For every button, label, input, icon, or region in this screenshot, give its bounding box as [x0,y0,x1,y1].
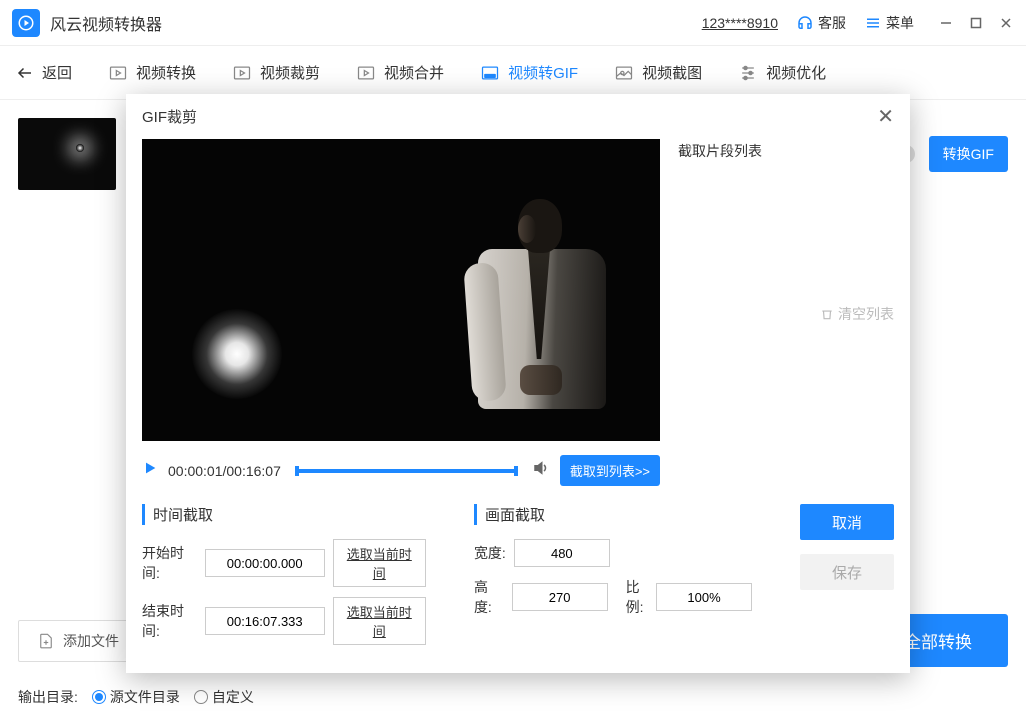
convert-icon [108,63,128,83]
play-button[interactable] [142,460,158,481]
nav-video-screenshot[interactable]: 视频截图 [614,62,702,83]
time-section-title: 时间截取 [142,504,426,525]
nav-video-optimize[interactable]: 视频优化 [738,62,826,83]
app-logo-icon [12,9,40,37]
frame-section-title: 画面截取 [474,504,752,525]
start-time-label: 开始时间: [142,543,197,583]
screenshot-icon [614,63,634,83]
frame-section: 画面截取 宽度: 高度: 比例: [474,504,752,627]
capture-to-list-button[interactable]: 截取到列表>> [560,455,660,486]
width-label: 宽度: [474,543,506,563]
radio-checked-icon [92,690,106,704]
maximize-button[interactable] [968,15,984,31]
output-label: 输出目录: [18,687,78,707]
volume-button[interactable] [532,459,550,482]
height-label: 高度: [474,577,504,617]
nav-video-merge[interactable]: 视频合并 [356,62,444,83]
cancel-button[interactable]: 取消 [800,504,894,540]
support-button[interactable]: 客服 [796,13,846,33]
crop-icon [232,63,252,83]
ratio-label: 比例: [626,577,648,617]
width-input[interactable] [514,539,610,567]
headset-icon [796,14,814,32]
trash-icon [820,307,834,321]
close-button[interactable] [998,15,1014,31]
file-add-icon [37,632,55,650]
output-row: 输出目录: 源文件目录 自定义 [18,687,254,707]
time-section: 时间截取 开始时间: 选取当前时间 结束时间: 选取当前时间 [142,504,426,655]
video-preview[interactable] [142,139,660,441]
end-time-label: 结束时间: [142,601,197,641]
modal-title: GIF裁剪 [142,106,197,127]
ratio-input[interactable] [656,583,752,611]
radio-source-dir[interactable]: 源文件目录 [92,687,180,707]
segment-list-title: 截取片段列表 [678,141,762,486]
progress-bar[interactable] [297,469,516,473]
modal-close-button[interactable]: ✕ [877,104,894,129]
nav-video-to-gif[interactable]: 视频转GIF [480,62,578,83]
clear-segment-list-button[interactable]: 清空列表 [820,141,894,486]
end-time-input[interactable] [205,607,325,635]
time-display: 00:00:01/00:16:07 [168,463,281,479]
minimize-button[interactable] [938,15,954,31]
user-id[interactable]: 123****8910 [702,15,778,31]
add-file-button[interactable]: 添加文件 [18,620,138,662]
gif-crop-modal: GIF裁剪 ✕ 00:00:01/00:16:07 截取 [126,94,910,673]
start-time-input[interactable] [205,549,325,577]
nav-video-convert[interactable]: 视频转换 [108,62,196,83]
convert-gif-button[interactable]: 转换GIF [929,136,1008,172]
app-title: 风云视频转换器 [50,11,162,35]
radio-unchecked-icon [194,690,208,704]
gif-icon [480,63,500,83]
nav-video-crop[interactable]: 视频裁剪 [232,62,320,83]
titlebar: 风云视频转换器 123****8910 客服 菜单 [0,0,1026,46]
save-button[interactable]: 保存 [800,554,894,590]
navbar: 返回 视频转换 视频裁剪 视频合并 视频转GIF 视频截图 视频优化 [0,46,1026,100]
select-current-start-button[interactable]: 选取当前时间 [333,539,426,587]
select-current-end-button[interactable]: 选取当前时间 [333,597,426,645]
back-button[interactable]: 返回 [16,62,72,83]
radio-custom-dir[interactable]: 自定义 [194,687,254,707]
menu-icon [864,14,882,32]
merge-icon [356,63,376,83]
optimize-icon [738,63,758,83]
video-thumbnail[interactable] [18,118,116,190]
arrow-left-icon [16,64,34,82]
menu-button[interactable]: 菜单 [864,13,914,33]
height-input[interactable] [512,583,608,611]
